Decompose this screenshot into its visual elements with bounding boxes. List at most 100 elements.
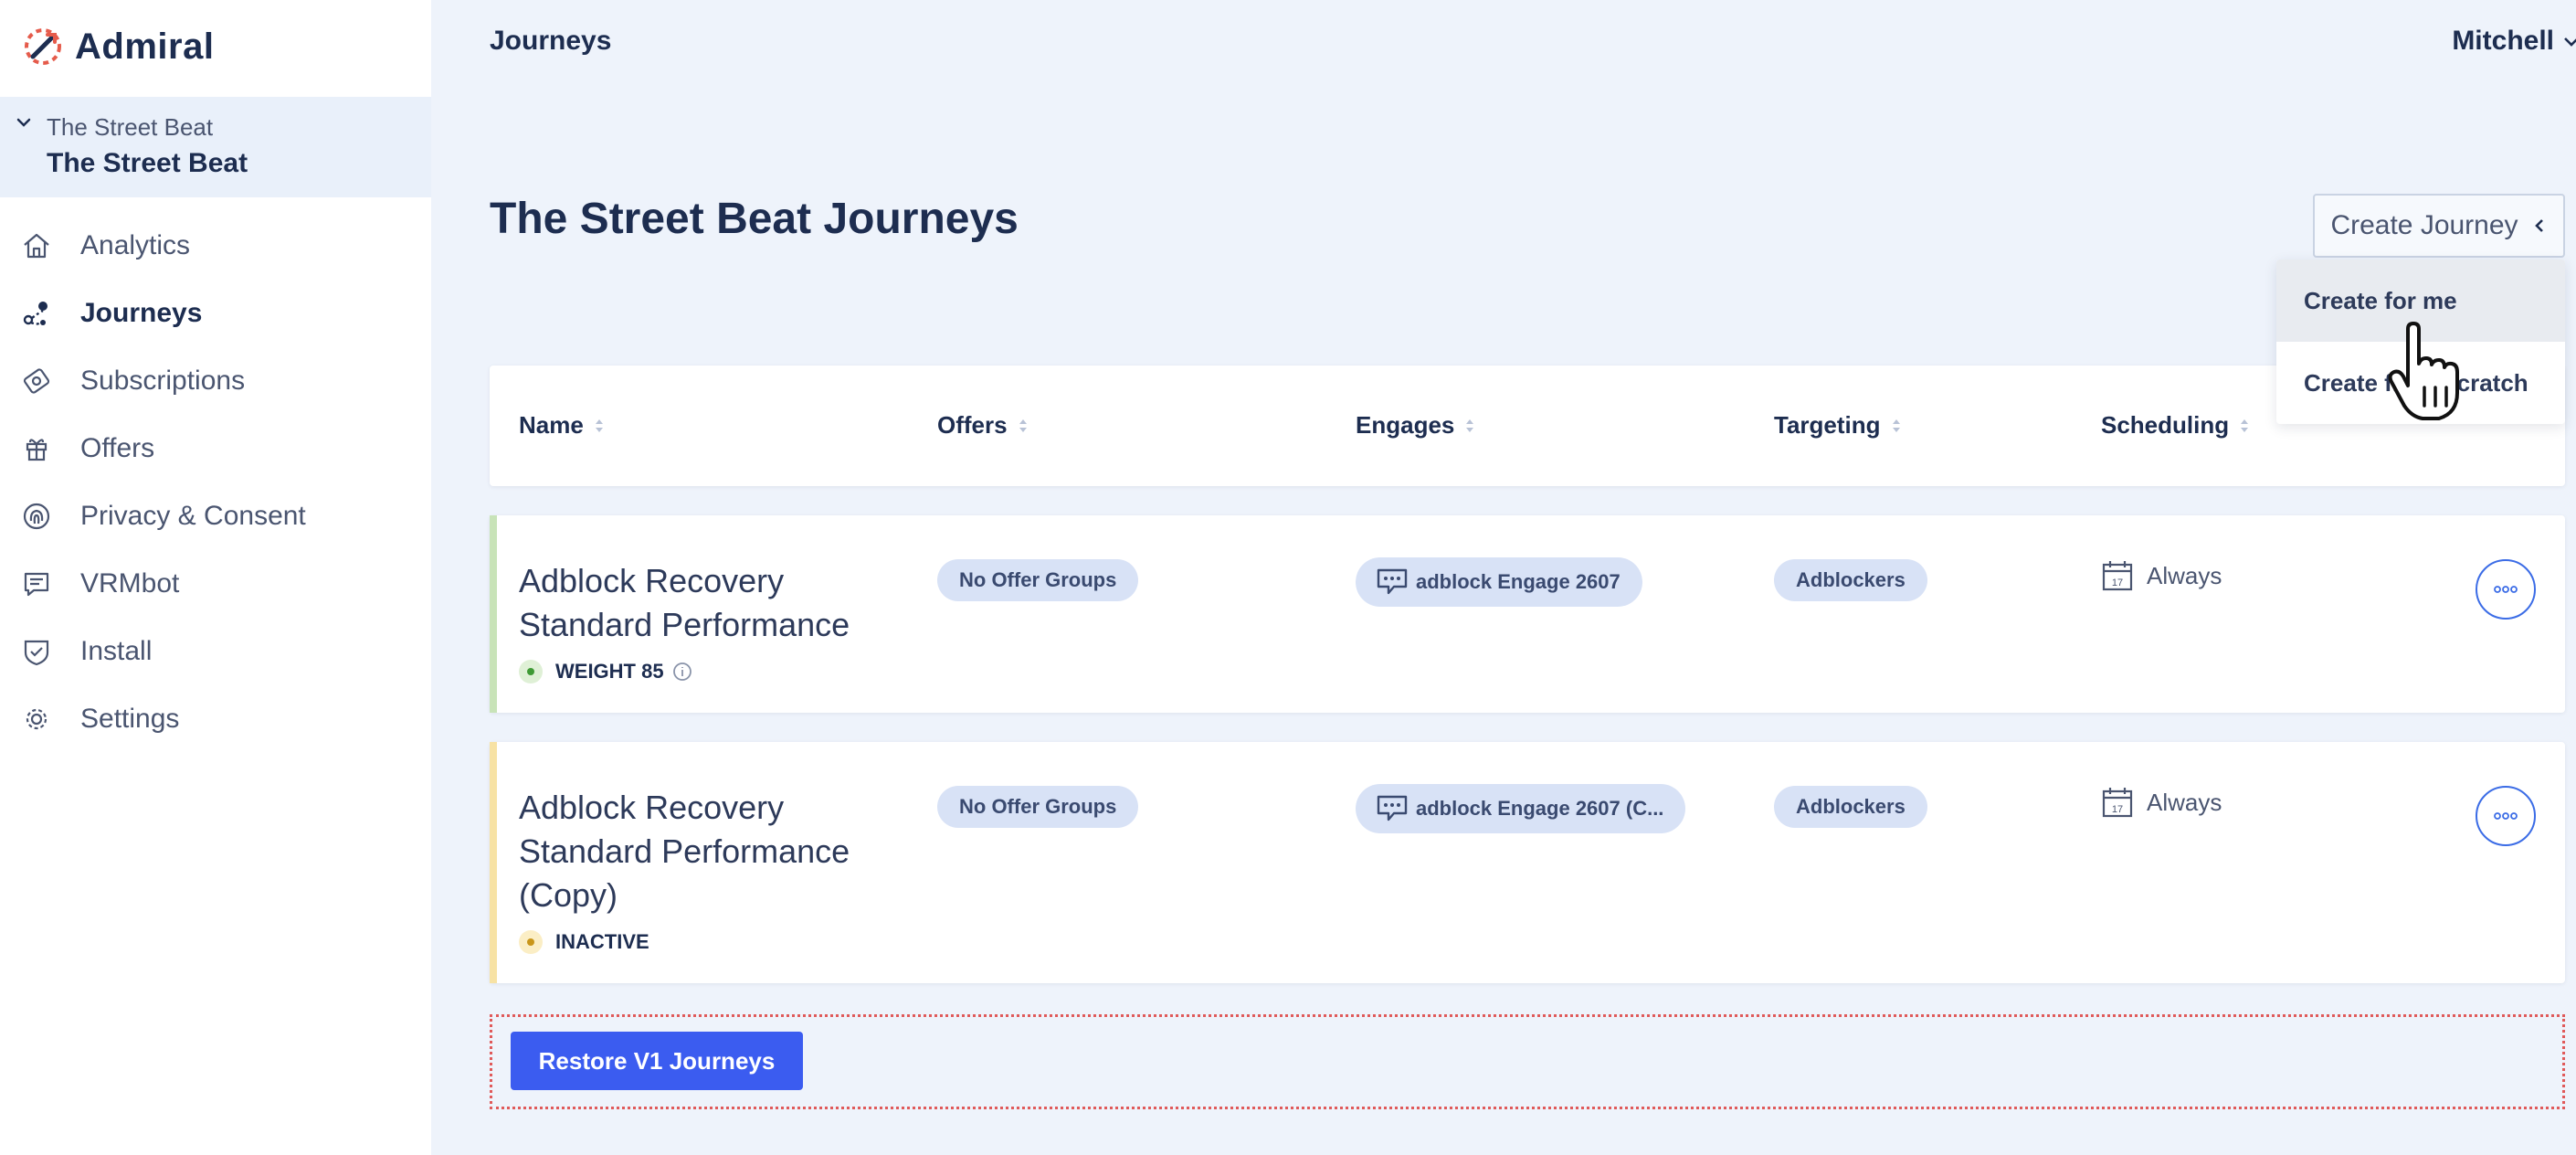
sidebar-item-privacy-consent[interactable]: Privacy & Consent [0, 482, 431, 550]
journeys-icon [20, 297, 53, 330]
chevron-left-icon [2534, 219, 2543, 232]
scheduling-value: 17 Always [2101, 786, 2222, 819]
gift-icon [20, 432, 53, 465]
sidebar: Admiral The Street Beat The Street Beat … [0, 0, 431, 1155]
status-indicator: WEIGHT 85 [519, 660, 693, 683]
site-parent-label: The Street Beat [47, 113, 214, 141]
journey-name-line: Standard Performance [519, 606, 850, 643]
sidebar-item-label: VRMbot [80, 568, 180, 599]
sidebar-item-label: Analytics [80, 230, 191, 260]
row-actions-button[interactable] [2476, 559, 2536, 620]
journey-name[interactable]: Adblock Recovery Standard Performance (C… [519, 786, 850, 917]
sidebar-item-settings[interactable]: Settings [0, 685, 431, 753]
status-dot [519, 930, 543, 954]
engage-pill[interactable]: adblock Engage 2607 (C... [1356, 784, 1686, 833]
site-current-label: The Street Beat [47, 148, 248, 178]
sort-icon [2241, 419, 2249, 432]
admiral-logo-icon [25, 28, 61, 65]
offers-pill[interactable]: No Offer Groups [937, 559, 1139, 601]
sidebar-item-analytics[interactable]: Analytics [0, 212, 431, 280]
targeting-pill[interactable]: Adblockers [1774, 786, 1927, 828]
page-title: The Street Beat Journeys [490, 195, 1019, 243]
sort-icon [1892, 419, 1900, 432]
offers-pill[interactable]: No Offer Groups [937, 786, 1139, 828]
restore-zone: Restore V1 Journeys [490, 1014, 2565, 1109]
sort-icon [1019, 419, 1027, 432]
restore-v1-journeys-button[interactable]: Restore V1 Journeys [511, 1032, 803, 1090]
column-header-targeting[interactable]: Targeting [1774, 411, 1903, 440]
status-dot [519, 660, 543, 683]
sidebar-item-label: Install [80, 636, 153, 666]
table-header: Name Offers Engages Targeting Scheduling [490, 366, 2565, 486]
journey-name-line: Adblock Recovery [519, 562, 785, 599]
chat-bubble-icon [1377, 568, 1408, 595]
chat-bubble-icon [1377, 795, 1408, 821]
fingerprint-icon [20, 500, 53, 533]
sidebar-item-label: Subscriptions [80, 366, 246, 396]
row-actions-button[interactable] [2476, 786, 2536, 846]
column-label: Targeting [1774, 411, 1881, 439]
site-switcher[interactable]: The Street Beat The Street Beat [0, 97, 431, 197]
sidebar-item-label: Journeys [80, 298, 203, 328]
header-title: Journeys [490, 26, 612, 56]
info-icon[interactable] [671, 661, 693, 683]
calendar-icon: 17 [2102, 788, 2133, 818]
status-label: WEIGHT 85 [555, 660, 664, 683]
more-horizontal-icon [2494, 586, 2518, 593]
user-menu[interactable]: Mitchell [2452, 26, 2576, 57]
brand-logo[interactable]: Admiral [20, 20, 214, 73]
targeting-pill[interactable]: Adblockers [1774, 559, 1927, 601]
column-label: Offers [937, 411, 1008, 439]
sort-icon [1466, 419, 1474, 432]
scheduling-value: 17 Always [2101, 559, 2222, 592]
sidebar-item-install[interactable]: Install [0, 618, 431, 685]
sidebar-nav: Analytics Journeys Subscriptions Offers … [0, 212, 431, 753]
scheduling-label: Always [2147, 561, 2222, 589]
column-label: Name [519, 411, 584, 439]
journey-name-line: Standard Performance [519, 832, 850, 870]
create-journey-button[interactable]: Create Journey [2313, 194, 2565, 258]
status-indicator: INACTIVE [519, 930, 649, 954]
more-horizontal-icon [2494, 812, 2518, 820]
chat-icon [20, 567, 53, 600]
calendar-icon: 17 [2102, 561, 2133, 591]
column-header-offers[interactable]: Offers [937, 411, 1029, 440]
shield-check-icon [20, 635, 53, 668]
user-name: Mitchell [2452, 26, 2554, 56]
chevron-down-icon [2564, 37, 2576, 47]
column-header-engages[interactable]: Engages [1356, 411, 1476, 440]
journey-name[interactable]: Adblock Recovery Standard Performance [519, 559, 850, 647]
hand-pointer-cursor-icon [2388, 322, 2459, 420]
column-header-name[interactable]: Name [519, 411, 606, 440]
sidebar-item-journeys[interactable]: Journeys [0, 280, 431, 347]
sidebar-item-offers[interactable]: Offers [0, 415, 431, 482]
sidebar-item-label: Privacy & Consent [80, 501, 306, 531]
create-journey-label: Create Journey [2330, 210, 2518, 240]
journey-name-line: Adblock Recovery [519, 789, 785, 826]
scheduling-label: Always [2147, 788, 2222, 816]
home-icon [20, 229, 53, 262]
sidebar-item-subscriptions[interactable]: Subscriptions [0, 347, 431, 415]
sidebar-item-label: Offers [80, 433, 155, 463]
column-label: Engages [1356, 411, 1455, 439]
status-label: INACTIVE [555, 930, 649, 953]
svg-text:17: 17 [2112, 578, 2123, 588]
engage-pill[interactable]: adblock Engage 2607 [1356, 557, 1642, 607]
subscriptions-icon [20, 365, 53, 397]
engage-label: adblock Engage 2607 (C... [1416, 797, 1664, 820]
sort-icon [595, 419, 603, 432]
sidebar-item-label: Settings [80, 704, 180, 734]
status-bar [490, 515, 497, 713]
table-row[interactable]: Adblock Recovery Standard Performance (C… [490, 742, 2565, 983]
journey-name-line: (Copy) [519, 876, 618, 914]
sidebar-item-vrmbot[interactable]: VRMbot [0, 550, 431, 618]
status-bar [490, 742, 497, 983]
column-header-scheduling[interactable]: Scheduling [2101, 411, 2251, 440]
chevron-down-icon [16, 118, 31, 127]
column-label: Scheduling [2101, 411, 2230, 439]
svg-text:17: 17 [2112, 804, 2123, 815]
engage-label: adblock Engage 2607 [1416, 570, 1621, 593]
brand-name: Admiral [75, 26, 215, 67]
gear-icon [20, 703, 53, 736]
table-row[interactable]: Adblock Recovery Standard Performance WE… [490, 515, 2565, 713]
